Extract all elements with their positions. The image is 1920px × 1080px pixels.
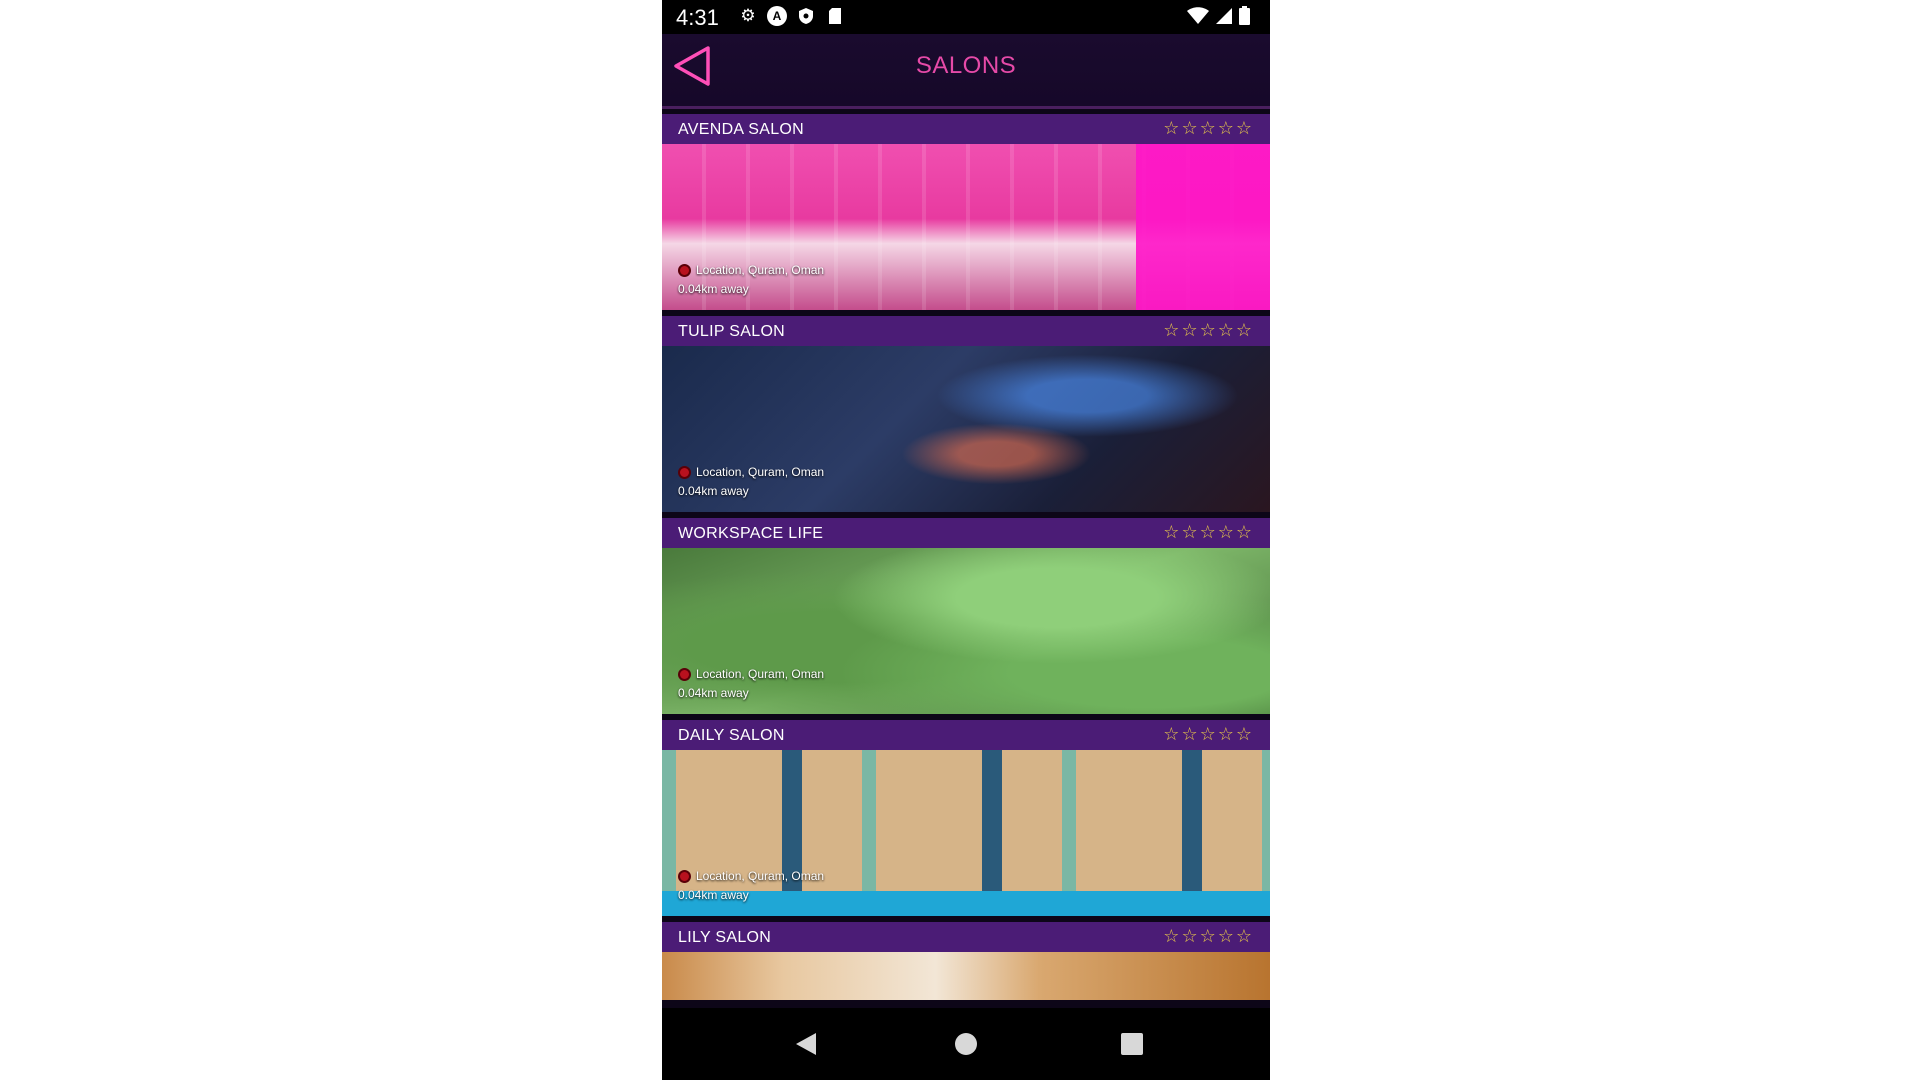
location-pin-icon — [678, 869, 691, 883]
salon-title-bar[interactable]: DAILY SALON ☆ ☆ ☆ ☆ ☆ — [662, 720, 1270, 750]
star-icon[interactable]: ☆ — [1163, 119, 1179, 137]
star-icon[interactable]: ☆ — [1181, 321, 1197, 339]
star-rating[interactable]: ☆ ☆ ☆ ☆ ☆ — [1163, 321, 1252, 339]
phone-screen: 4:31 ⚙ A SALONS AVENDA SALON ☆ ☆ ☆ ☆ ☆ L… — [662, 0, 1270, 1080]
salon-title-bar[interactable]: TULIP SALON ☆ ☆ ☆ ☆ ☆ — [662, 316, 1270, 346]
page-title: SALONS — [915, 52, 1017, 79]
salon-photo[interactable]: Location, Quram, Oman 0.04km away — [662, 750, 1270, 916]
location-pin-icon — [678, 263, 691, 277]
salon-distance: 0.04km away — [678, 888, 749, 902]
salon-photo[interactable]: Location, Quram, Oman 0.04km away — [662, 144, 1270, 310]
star-icon[interactable]: ☆ — [1200, 927, 1216, 945]
location-line: Location, Quram, Oman — [678, 869, 824, 883]
signal-icon — [1215, 7, 1233, 30]
star-icon[interactable]: ☆ — [1218, 927, 1234, 945]
star-rating[interactable]: ☆ ☆ ☆ ☆ ☆ — [1163, 927, 1252, 945]
location-line: Location, Quram, Oman — [678, 667, 824, 681]
star-icon[interactable]: ☆ — [1218, 523, 1234, 541]
salon-photo[interactable]: Location, Quram, Oman 0.04km away — [662, 346, 1270, 512]
salon-location: Location, Quram, Oman — [696, 869, 825, 883]
star-icon[interactable]: ☆ — [1218, 321, 1234, 339]
wifi-icon — [1187, 6, 1209, 30]
salon-name: TULIP SALON — [678, 323, 786, 340]
salon-name: DAILY SALON — [678, 727, 785, 744]
star-icon[interactable]: ☆ — [1200, 321, 1216, 339]
salon-list: AVENDA SALON ☆ ☆ ☆ ☆ ☆ Location, Quram, … — [662, 114, 1270, 1080]
settings-icon: ⚙ — [740, 6, 756, 25]
salon-distance: 0.04km away — [678, 282, 749, 296]
salon-distance: 0.04km away — [678, 686, 749, 700]
app-header: SALONS — [662, 34, 1270, 109]
salon-card[interactable]: TULIP SALON ☆ ☆ ☆ ☆ ☆ Location, Quram, O… — [662, 316, 1270, 516]
star-rating[interactable]: ☆ ☆ ☆ ☆ ☆ — [1163, 725, 1252, 743]
salon-photo[interactable]: Location, Quram, Oman 0.04km away — [662, 548, 1270, 714]
star-icon[interactable]: ☆ — [1236, 321, 1252, 339]
nav-recents-button[interactable] — [1118, 1030, 1146, 1058]
battery-icon — [1239, 6, 1250, 30]
system-nav-bar — [662, 1008, 1270, 1080]
star-icon[interactable]: ☆ — [1236, 725, 1252, 743]
star-icon[interactable]: ☆ — [1236, 119, 1252, 137]
location-line: Location, Quram, Oman — [678, 263, 824, 277]
salon-photo[interactable] — [662, 952, 1270, 1000]
salon-location: Location, Quram, Oman — [696, 667, 825, 681]
star-icon[interactable]: ☆ — [1163, 523, 1179, 541]
star-icon[interactable]: ☆ — [1181, 927, 1197, 945]
shield-icon — [796, 6, 816, 26]
salon-card[interactable]: WORKSPACE LIFE ☆ ☆ ☆ ☆ ☆ Location, Quram… — [662, 518, 1270, 718]
star-icon[interactable]: ☆ — [1181, 725, 1197, 743]
salon-title-bar[interactable]: AVENDA SALON ☆ ☆ ☆ ☆ ☆ — [662, 114, 1270, 144]
star-icon[interactable]: ☆ — [1218, 725, 1234, 743]
star-icon[interactable]: ☆ — [1200, 119, 1216, 137]
location-pin-icon — [678, 465, 691, 479]
salon-name: LILY SALON — [678, 929, 772, 946]
salon-info: Location, Quram, Oman 0.04km away — [678, 667, 824, 700]
salon-title-bar[interactable]: LILY SALON ☆ ☆ ☆ ☆ ☆ — [662, 922, 1270, 952]
salon-card[interactable]: DAILY SALON ☆ ☆ ☆ ☆ ☆ Location, Quram, O… — [662, 720, 1270, 920]
location-line: Location, Quram, Oman — [678, 465, 824, 479]
salon-location: Location, Quram, Oman — [696, 465, 825, 479]
status-icons-left: ⚙ A — [738, 6, 845, 26]
salon-location: Location, Quram, Oman — [696, 263, 825, 277]
star-icon[interactable]: ☆ — [1163, 725, 1179, 743]
star-rating[interactable]: ☆ ☆ ☆ ☆ ☆ — [1163, 523, 1252, 541]
salon-info: Location, Quram, Oman 0.04km away — [678, 869, 824, 902]
salon-distance: 0.04km away — [678, 484, 749, 498]
nav-home-button[interactable] — [952, 1030, 980, 1058]
salon-name: AVENDA SALON — [678, 121, 805, 138]
nav-recents-icon — [1121, 1033, 1143, 1055]
salon-info: Location, Quram, Oman 0.04km away — [678, 465, 824, 498]
star-icon[interactable]: ☆ — [1163, 927, 1179, 945]
star-icon[interactable]: ☆ — [1181, 523, 1197, 541]
star-icon[interactable]: ☆ — [1163, 321, 1179, 339]
star-icon[interactable]: ☆ — [1218, 119, 1234, 137]
status-icons-right — [1187, 6, 1250, 30]
star-icon[interactable]: ☆ — [1200, 725, 1216, 743]
salon-card[interactable]: AVENDA SALON ☆ ☆ ☆ ☆ ☆ Location, Quram, … — [662, 114, 1270, 314]
nav-home-icon — [955, 1033, 977, 1055]
star-icon[interactable]: ☆ — [1181, 119, 1197, 137]
star-icon[interactable]: ☆ — [1236, 927, 1252, 945]
a-circle-icon: A — [767, 6, 787, 26]
star-icon[interactable]: ☆ — [1236, 523, 1252, 541]
salon-title-bar[interactable]: WORKSPACE LIFE ☆ ☆ ☆ ☆ ☆ — [662, 518, 1270, 548]
nav-back-button[interactable] — [792, 1030, 820, 1058]
location-pin-icon — [678, 667, 691, 681]
nav-back-icon — [796, 1033, 816, 1055]
salon-info: Location, Quram, Oman 0.04km away — [678, 263, 824, 296]
status-time: 4:31 — [676, 5, 719, 30]
star-icon[interactable]: ☆ — [1200, 523, 1216, 541]
status-bar: 4:31 ⚙ A — [662, 0, 1270, 34]
star-rating[interactable]: ☆ ☆ ☆ ☆ ☆ — [1163, 119, 1252, 137]
salon-name: WORKSPACE LIFE — [678, 525, 824, 542]
sd-card-icon — [825, 6, 845, 26]
